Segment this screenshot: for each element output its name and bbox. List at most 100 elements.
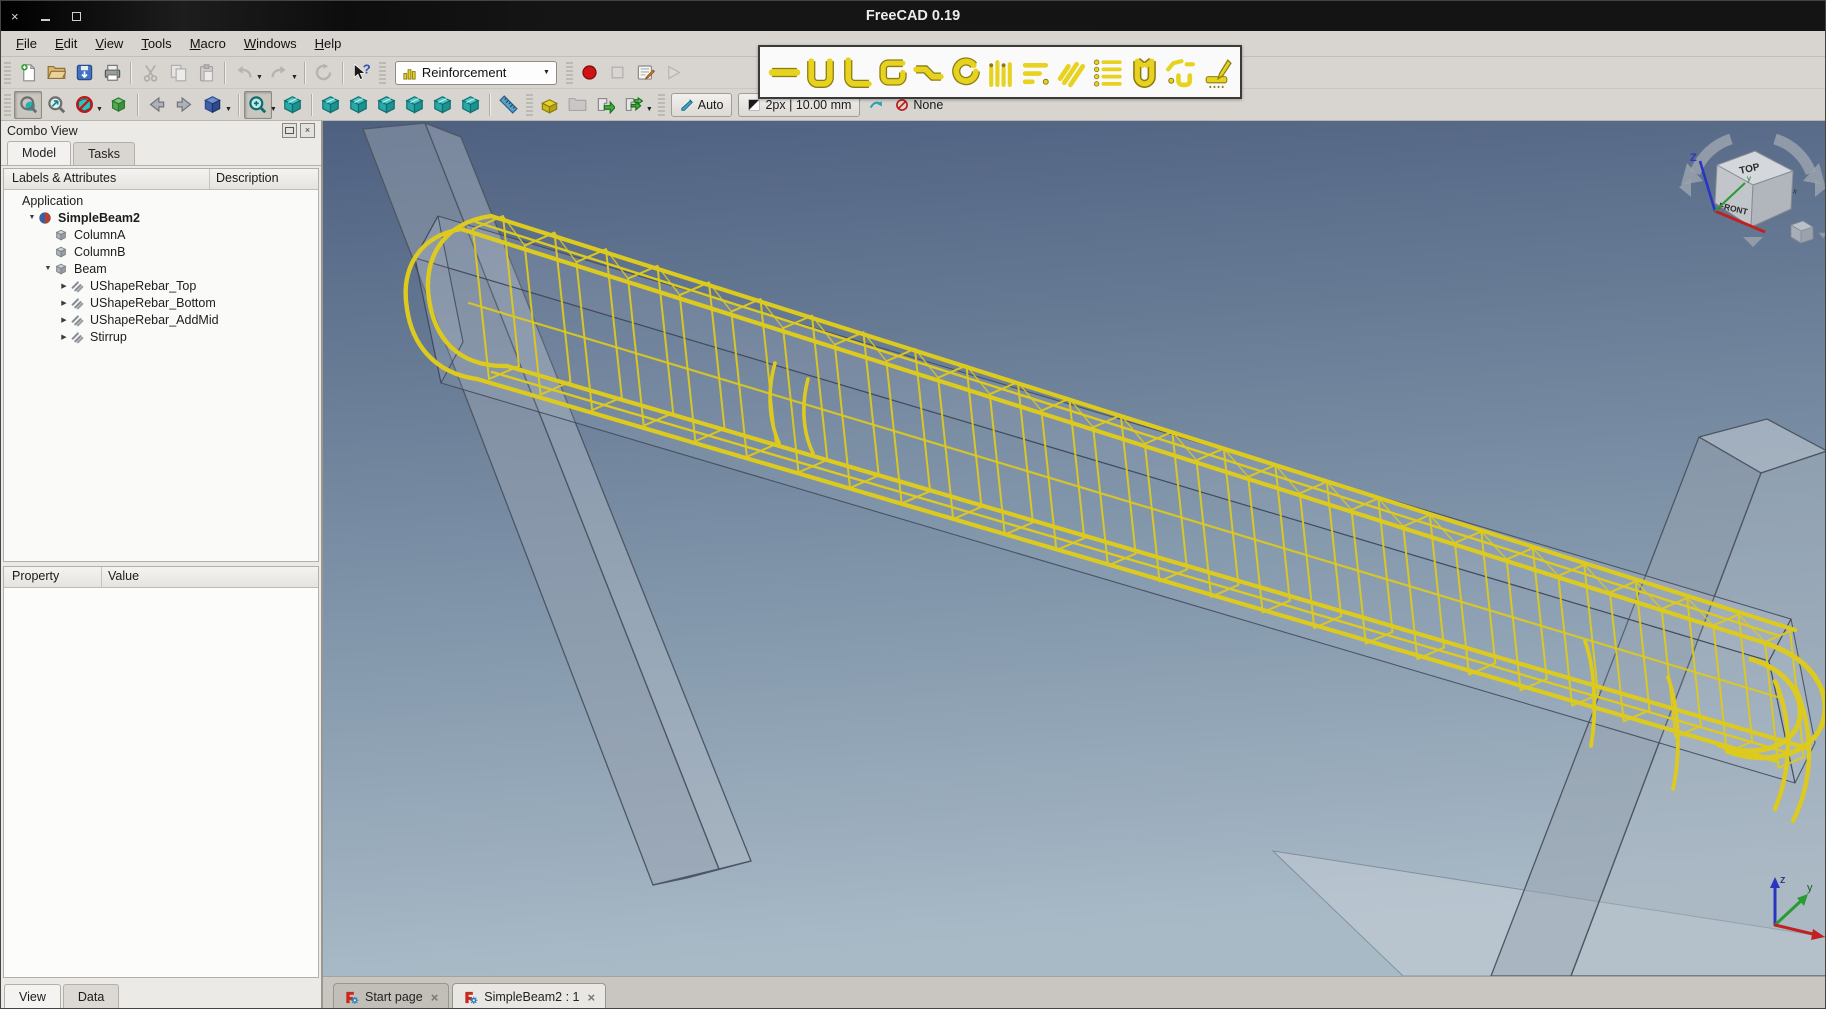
rebar-leyshape-icon[interactable] [910,51,946,93]
rebar-drawing-icon[interactable] [1198,51,1234,93]
rebar-column-icon[interactable] [982,51,1018,93]
document-tab-start-page[interactable]: Start page × [333,983,450,1008]
dropdown-arrow-icon[interactable]: ▼ [291,74,298,81]
tree-item-columna[interactable]: ColumnA [4,226,318,243]
rebar-stirrup-icon[interactable] [1126,51,1162,93]
auto-working-plane-button[interactable]: Auto [670,92,733,117]
toolbar-handle[interactable] [4,93,11,116]
rebar-beam-icon[interactable] [1018,51,1054,93]
whats-this-icon[interactable]: ? [348,59,376,87]
tree-item-columnb[interactable]: ColumnB [4,243,318,260]
fit-all-icon[interactable] [14,90,42,119]
tab-close-icon[interactable]: × [431,990,439,1005]
toolbar-handle[interactable] [657,93,665,116]
view-right-icon[interactable] [373,91,401,119]
menu-edit[interactable]: Edit [46,33,86,54]
tree-item-ushaperebar_top[interactable]: ▶ UShapeRebar_Top [4,277,318,294]
expand-arrow-icon[interactable]: ▼ [42,265,54,272]
copy-icon[interactable] [164,59,192,87]
dropdown-arrow-icon[interactable]: ▼ [256,74,263,81]
view-front-icon[interactable] [317,91,345,119]
workbench-selector[interactable]: Reinforcement ▼ [394,60,557,85]
box-zoom-icon[interactable] [243,90,272,119]
menu-tools[interactable]: Tools [132,33,180,54]
tab-tasks[interactable]: Tasks [73,142,135,165]
tab-close-icon[interactable]: × [587,990,595,1005]
view-isometric-icon[interactable] [199,91,227,119]
window-maximize-icon[interactable] [71,11,81,21]
print-icon[interactable] [98,59,126,87]
undo-icon[interactable] [230,59,258,87]
property-tab-view[interactable]: View [4,984,61,1008]
view-left-icon[interactable] [457,91,485,119]
snap-none-button[interactable]: None [889,98,949,112]
tree-item-simplebeam2[interactable]: ▼ SimpleBeam2 [4,209,318,226]
panel-float-icon[interactable] [282,123,297,138]
measure-icon[interactable] [495,91,523,119]
menu-file[interactable]: File [7,33,46,54]
dropdown-arrow-icon[interactable]: ▼ [270,106,277,113]
property-list[interactable] [4,588,318,977]
tab-model[interactable]: Model [7,141,72,165]
draw-style-icon[interactable] [70,91,98,119]
view-rear-icon[interactable] [401,91,429,119]
property-tab-data[interactable]: Data [62,984,120,1008]
redo-icon[interactable] [265,59,293,87]
rebar-bentshape-icon[interactable] [874,51,910,93]
play-macro-icon[interactable] [660,59,688,87]
dropdown-arrow-icon[interactable]: ▼ [96,106,103,113]
paste-icon[interactable] [192,59,220,87]
document-tab-simplebeam2-1[interactable]: SimpleBeam2 : 1 × [452,983,607,1008]
save-icon[interactable] [70,59,98,87]
view-axonometric-icon[interactable] [279,91,307,119]
menu-view[interactable]: View [86,33,132,54]
view-top-icon[interactable] [345,91,373,119]
arch-export-icon[interactable] [592,91,620,119]
toggle-continue-button[interactable] [863,98,889,112]
rebar-footing-icon[interactable] [1090,51,1126,93]
stop-macro-icon[interactable] [604,59,632,87]
toolbar-handle[interactable] [565,61,573,84]
fit-selection-icon[interactable] [42,91,70,119]
tree-item-ushaperebar_bottom[interactable]: ▶ UShapeRebar_Bottom [4,294,318,311]
3d-viewport[interactable]: TOP FRONT Z x y z y [323,121,1825,976]
rebar-slanted-icon[interactable] [1054,51,1090,93]
tree-item-beam[interactable]: ▼ Beam [4,260,318,277]
menu-macro[interactable]: Macro [181,33,235,54]
refresh-icon[interactable] [310,59,338,87]
tree-item-stirrup[interactable]: ▶ Stirrup [4,328,318,345]
dropdown-arrow-icon[interactable]: ▼ [646,106,653,113]
edit-macro-icon[interactable] [632,59,660,87]
rebar-lshape-icon[interactable] [838,51,874,93]
dropdown-arrow-icon[interactable]: ▼ [225,106,232,113]
arch-folder-icon[interactable] [564,91,592,119]
tree-item-ushaperebar_addmid[interactable]: ▶ UShapeRebar_AddMid [4,311,318,328]
toolbar-handle[interactable] [4,61,11,84]
new-file-icon[interactable] [14,59,42,87]
panel-close-icon[interactable]: × [300,123,315,138]
collapse-arrow-icon[interactable]: ▶ [58,299,70,307]
menu-help[interactable]: Help [306,33,351,54]
nav-forward-icon[interactable] [171,91,199,119]
window-close-icon[interactable]: × [11,10,19,23]
rebar-straight-icon[interactable] [766,51,802,93]
toolbar-handle[interactable] [525,93,533,116]
scene-box-icon[interactable] [105,91,133,119]
rebar-custom-icon[interactable] [1162,51,1198,93]
collapse-arrow-icon[interactable]: ▶ [58,316,70,324]
toolbar-handle[interactable] [378,61,386,84]
rebar-helical-icon[interactable] [946,51,982,93]
cut-icon[interactable] [136,59,164,87]
arch-component-icon[interactable] [536,91,564,119]
window-minimize-icon[interactable] [40,19,50,21]
expand-arrow-icon[interactable]: ▼ [26,214,38,221]
tree-item-application[interactable]: Application [4,192,318,209]
arch-share-icon[interactable] [620,91,648,119]
record-macro-icon[interactable] [576,59,604,87]
dropdown-arrow-icon[interactable]: ▼ [543,69,550,76]
nav-back-icon[interactable] [143,91,171,119]
collapse-arrow-icon[interactable]: ▶ [58,282,70,290]
rebar-ushape-icon[interactable] [802,51,838,93]
open-folder-icon[interactable] [42,59,70,87]
menu-windows[interactable]: Windows [235,33,306,54]
